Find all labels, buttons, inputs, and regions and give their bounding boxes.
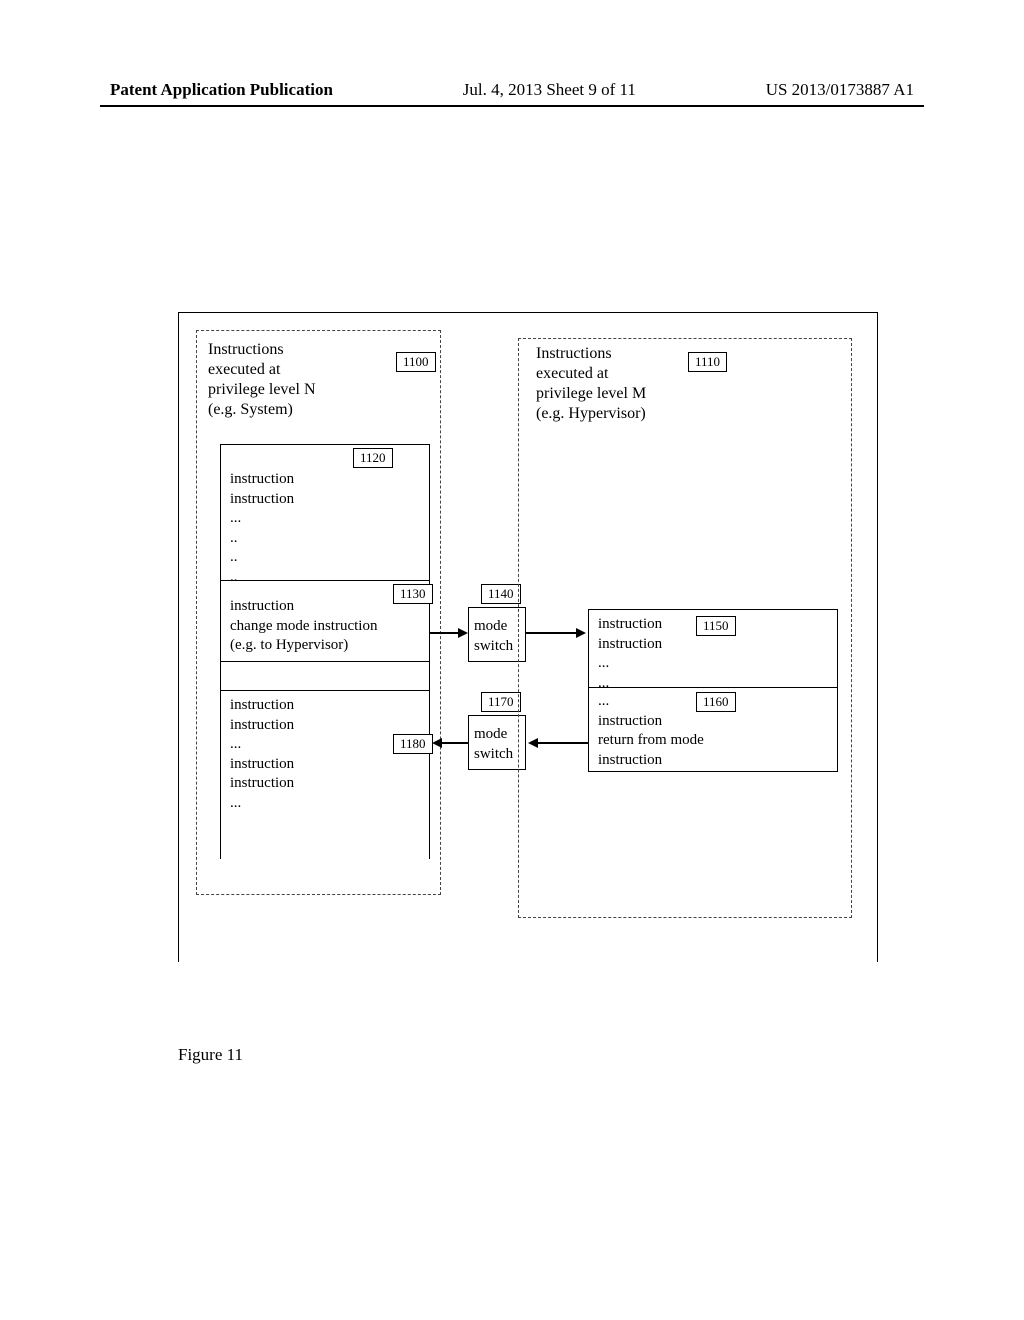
group-left-title: Instructions executed at privilege level… <box>208 340 316 420</box>
diagram-stage: Instructions executed at privilege level… <box>178 312 878 962</box>
arrow-head-1160-1170 <box>528 738 538 748</box>
figure-caption: Figure 11 <box>178 1045 243 1065</box>
ref-1120: 1120 <box>353 448 393 468</box>
box-1180-text: instruction instruction ... instruction … <box>230 696 294 813</box>
header-left: Patent Application Publication <box>110 80 333 100</box>
box-1140-text: mode switch <box>474 617 513 656</box>
ref-1110: 1110 <box>688 352 727 372</box>
ref-1140: 1140 <box>481 584 521 604</box>
ref-1130: 1130 <box>393 584 433 604</box>
box-1150-text: instruction instruction ... ... <box>598 615 662 693</box>
page-header: Patent Application Publication Jul. 4, 2… <box>0 80 1024 100</box>
header-mid: Jul. 4, 2013 Sheet 9 of 11 <box>463 80 636 100</box>
ref-1100: 1100 <box>396 352 436 372</box>
box-1170-text: mode switch <box>474 725 513 764</box>
arrow-1160-1170 <box>536 742 588 744</box>
ref-1180: 1180 <box>393 734 433 754</box>
arrow-head-1130-1140 <box>458 628 468 638</box>
arrow-1170-1180 <box>440 742 468 744</box>
ref-1150: 1150 <box>696 616 736 636</box>
arrow-head-1140-1150 <box>576 628 586 638</box>
header-right: US 2013/0173887 A1 <box>766 80 914 100</box>
box-1160-text: ... instruction return from mode instruc… <box>598 692 704 770</box>
arrow-1140-1150 <box>526 632 578 634</box>
header-rule <box>100 105 924 107</box>
ref-1170: 1170 <box>481 692 521 712</box>
box-1120-text: instruction instruction ... .. .. .. <box>230 470 294 587</box>
arrow-head-1170-1180 <box>432 738 442 748</box>
group-right-title: Instructions executed at privilege level… <box>536 344 646 424</box>
box-1130-text: instruction change mode instruction (e.g… <box>230 597 377 656</box>
arrow-1130-1140 <box>430 632 460 634</box>
